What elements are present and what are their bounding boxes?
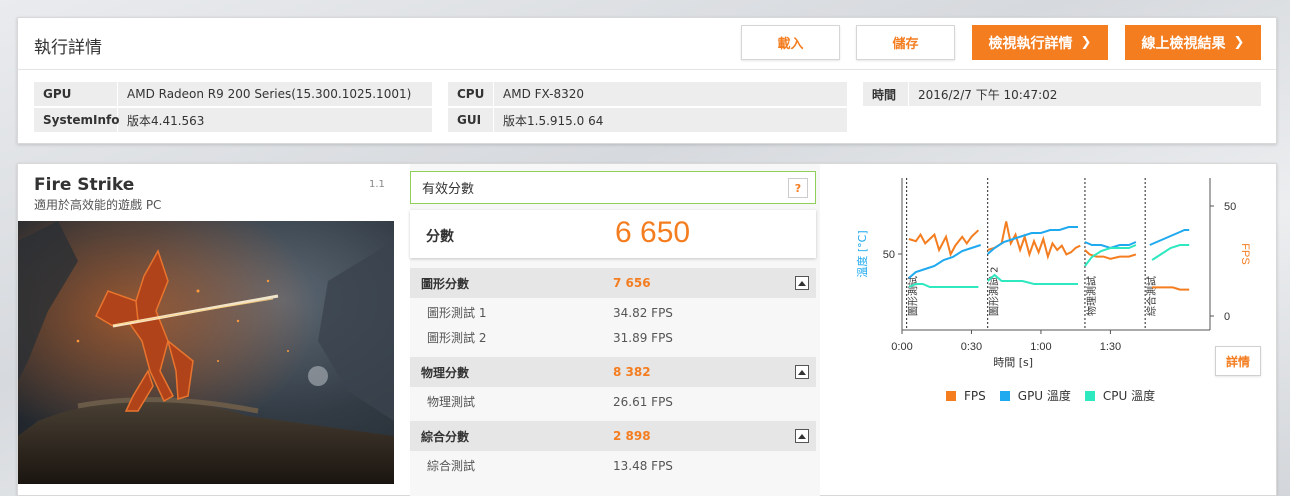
legend-item-cpu-temp: CPU 溫度 [1084,387,1156,404]
physics-score-label: 物理分數 [421,365,470,380]
test-info: Fire Strike 適用於高效能的遊戲 PC 1.1 [18,164,394,496]
legend-label: FPS [964,388,986,403]
gui-row: GUI 版本1.5.915.0 64 [448,108,847,132]
systeminfo-label: SystemInfo [34,108,119,132]
legend-label: CPU 溫度 [1102,389,1156,403]
y-right-tick-label: 50 [1224,201,1236,213]
chevron-right-icon: ❯ [1080,35,1092,50]
segment-label: 物理測試 [1085,276,1098,316]
monitoring-chart-svg: 0:00 0:30 1:00 1:30 時間 [s] 50 溫度 [°C] 50 0 FPS 圖形測… [855,178,1251,369]
time-label: 時間 [863,82,909,106]
physics-test-label: 物理測試 [427,395,476,409]
save-button[interactable]: 儲存 [856,25,955,60]
legend-item-gpu-temp: GPU 溫度 [999,387,1071,404]
run-details-panel: 執行詳情 載入 儲存 檢視執行詳情 ❯ 線上檢視結果 ❯ GPU AMD Rad… [17,17,1277,144]
x-tick-label: 0:30 [961,341,982,353]
combined-test-value: 13.48 FPS [613,458,673,473]
gui-value: 版本1.5.915.0 64 [503,113,604,128]
score-label: 分數 [426,229,454,245]
help-button[interactable]: ? [788,178,808,198]
cpu-label: CPU [448,82,494,106]
x-tick-label: 1:00 [1030,341,1051,353]
plot-area [902,178,1210,330]
cpu-row: CPU AMD FX-8320 [448,82,847,106]
x-tick-label: 1:30 [1100,341,1121,353]
combined-score-header[interactable]: 綜合分數 2 898 [410,421,816,451]
total-score-card: 分數 6 650 [410,210,816,258]
combined-score-label: 綜合分數 [421,429,470,444]
legend-swatch [999,390,1010,401]
physics-test-row: 物理測試 26.61 FPS [410,389,816,414]
graphics-test-1-label: 圖形測試 1 [427,306,487,320]
test-name: Fire Strike [34,175,135,195]
combined-score-value: 2 898 [613,429,651,443]
systeminfo-value: 版本4.41.563 [127,113,205,128]
monitoring-chart: 0:00 0:30 1:00 1:30 時間 [s] 50 溫度 [°C] 50 0 FPS 圖形測… [830,164,1278,496]
legend-swatch [946,390,956,401]
graphics-score-label: 圖形分數 [421,276,470,291]
view-run-details-label: 檢視執行詳情 [988,35,1073,52]
x-tick-label: 0:00 [891,341,912,353]
combined-test-label: 綜合測試 [427,459,476,473]
x-axis-label: 時間 [s] [993,356,1033,369]
time-value: 2016/2/7 下午 10:47:02 [918,87,1058,102]
test-version: 1.1 [369,179,385,190]
physics-test-value: 26.61 FPS [613,394,673,409]
load-button[interactable]: 載入 [741,25,840,60]
chevron-right-icon: ❯ [1233,35,1245,50]
cpu-value: AMD FX-8320 [503,87,585,101]
legend-item-fps: FPS [946,387,986,404]
collapse-icon[interactable] [795,276,809,290]
legend-label: GPU 溫度 [1017,389,1071,403]
score-breakdown: 有效分數 ? 分數 6 650 圖形分數 7 656 圖形測試 1 34.82 … [410,164,820,496]
time-row: 時間 2016/2/7 下午 10:47:02 [863,82,1261,106]
graphics-score-value: 7 656 [613,276,651,290]
graphics-score-header[interactable]: 圖形分數 7 656 [410,268,816,298]
y-right-tick-label: 0 [1224,311,1230,323]
systeminfo-row: SystemInfo 版本4.41.563 [34,108,432,132]
gui-label: GUI [448,108,494,132]
valid-score-banner: 有效分數 ? [410,171,816,204]
graphics-test-1-row: 圖形測試 1 34.82 FPS [410,300,816,325]
view-online-label: 線上檢視結果 [1141,35,1226,52]
y-left-axis-label: 溫度 [°C] [855,230,869,277]
gpu-label: GPU [34,82,118,106]
view-run-details-button[interactable]: 檢視執行詳情 ❯ [972,25,1108,60]
test-subtitle: 適用於高效能的遊戲 PC [34,198,162,212]
gpu-row: GPU AMD Radeon R9 200 Series(15.300.1025… [34,82,432,106]
segment-label: 圖形測試 2 [988,266,1001,316]
graphics-test-2-value: 31.89 FPS [613,330,673,345]
physics-score-value: 8 382 [613,365,651,379]
graphics-test-2-label: 圖形測試 2 [427,331,487,345]
valid-score-label: 有效分數 [422,182,475,197]
graphics-test-1-value: 34.82 FPS [613,305,673,320]
gpu-value: AMD Radeon R9 200 Series(15.300.1025.100… [127,87,412,101]
chart-legend: FPS GPU 溫度 CPU 溫度 [946,387,1169,404]
combined-test-row: 綜合測試 13.48 FPS [410,453,816,478]
y-right-axis-label: FPS [1239,243,1251,264]
segment-label: 圖形測試 [907,276,920,316]
graphics-test-2-row: 圖形測試 2 31.89 FPS [410,325,816,350]
collapse-icon[interactable] [795,429,809,443]
score-value: 6 650 [615,216,691,249]
chart-details-button[interactable]: 詳情 [1215,346,1261,376]
segment-label: 綜合測試 [1145,276,1158,316]
details-header: 執行詳情 載入 儲存 檢視執行詳情 ❯ 線上檢視結果 ❯ [18,18,1276,70]
physics-score-header[interactable]: 物理分數 8 382 [410,357,816,387]
collapse-icon[interactable] [795,365,809,379]
y-left-tick-label: 50 [883,249,895,261]
legend-swatch [1084,390,1095,401]
fire-strike-artwork [18,221,394,484]
test-result-panel: Fire Strike 適用於高效能的遊戲 PC 1.1 有效分數 ? 分數 6… [17,163,1277,496]
page-title: 執行詳情 [34,38,102,58]
view-online-button[interactable]: 線上檢視結果 ❯ [1125,25,1261,60]
